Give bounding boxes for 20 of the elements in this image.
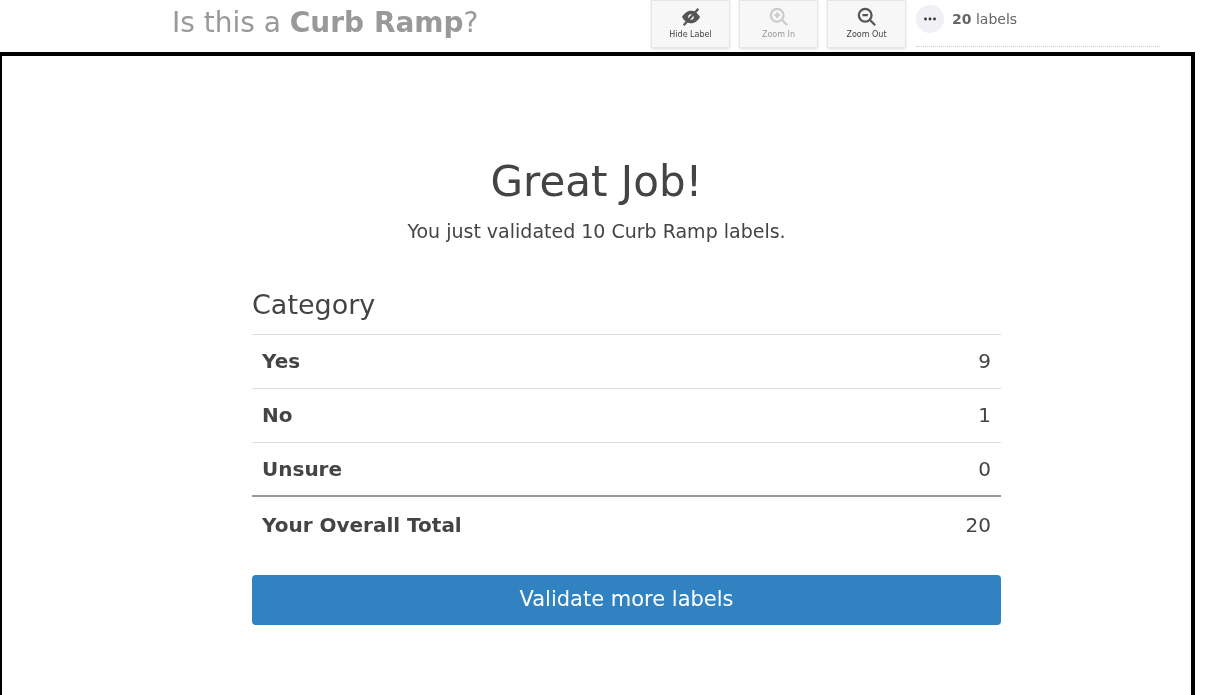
category-label: Yes	[262, 348, 301, 375]
zoom-in-icon	[767, 7, 790, 27]
modal-subtitle: You just validated 10 Curb Ramp labels.	[407, 218, 786, 244]
total-label: Your Overall Total	[262, 511, 462, 539]
category-count: 9	[978, 348, 991, 375]
category-label: No	[262, 402, 293, 429]
label-count: 20 labels	[952, 10, 1018, 29]
toolbar-button[interactable]: Zoom Out	[827, 0, 906, 48]
category-label: Unsure	[262, 455, 343, 483]
zoom-out-icon	[855, 7, 878, 27]
modal-title: Great Job!	[490, 156, 703, 208]
total-count: 20	[965, 511, 991, 539]
category-count: 1	[978, 402, 991, 429]
page-title: Is this a Curb Ramp?	[172, 5, 480, 41]
hidden-eye-icon	[679, 7, 702, 27]
more-icon[interactable]	[916, 5, 944, 33]
category-count: 0	[978, 455, 991, 483]
table-heading: Category	[252, 285, 1001, 335]
validate-more-button[interactable]: Validate more labels	[252, 574, 1001, 625]
toolbar-button[interactable]: Hide Label	[651, 0, 730, 48]
